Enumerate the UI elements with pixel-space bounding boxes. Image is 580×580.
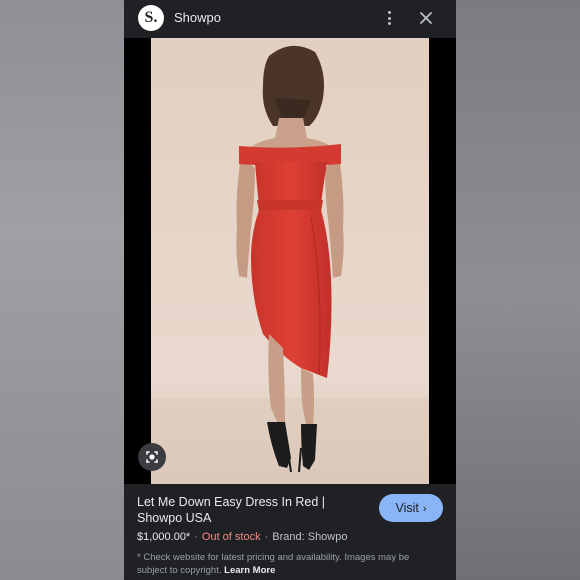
product-photo[interactable] [151,38,429,484]
blurred-background-right [456,0,580,580]
stock-status: Out of stock [201,531,261,543]
close-icon[interactable] [416,8,436,28]
meta-separator: · [264,531,269,543]
chevron-right-icon: › [422,503,427,515]
learn-more-link[interactable]: Learn More [224,565,275,576]
visit-button[interactable]: Visit › [379,494,443,522]
copyright-disclaimer: * Check website for latest pricing and a… [137,551,437,577]
meta-separator: · [194,531,198,543]
product-image-area [124,38,456,484]
visit-label: Visit [395,501,419,515]
product-info: Let Me Down Easy Dress In Red | Showpo U… [124,484,456,580]
product-title[interactable]: Let Me Down Easy Dress In Red | Showpo U… [137,494,367,526]
site-logo: S. [138,5,164,31]
product-brand: Brand: Showpo [272,531,348,543]
image-preview-card: S. Showpo Let Me Down Easy Dress In Red … [124,0,456,580]
blurred-background-left [0,0,124,580]
product-price: $1,000.00* [137,531,191,543]
product-meta: $1,000.00* · Out of stock · Brand: Showpo [137,531,347,543]
more-options-icon[interactable] [382,8,396,28]
preview-header: S. Showpo [124,0,456,38]
site-name[interactable]: Showpo [174,10,221,25]
lens-search-icon[interactable] [138,443,166,471]
